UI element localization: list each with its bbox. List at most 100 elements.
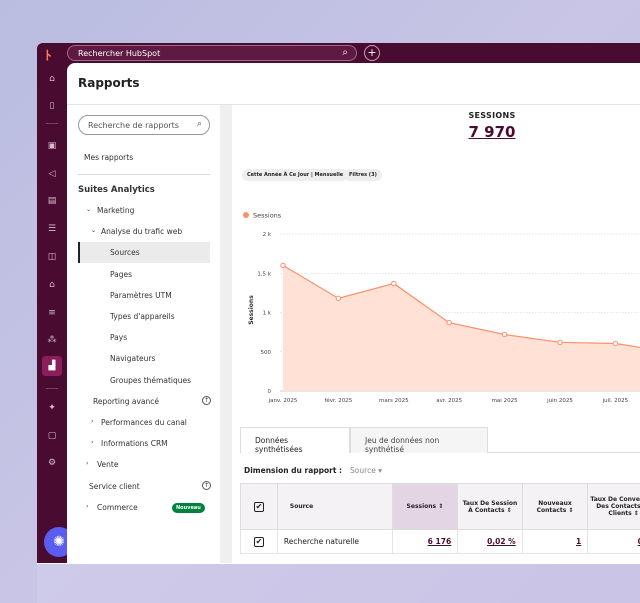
data-point — [280, 262, 286, 269]
area-fill — [283, 265, 640, 391]
top-bar: ﾄ Rechercher HubSpot ⌕ + — [37, 43, 640, 64]
sessions-chart: Sessions 0 500 1 k 1,5 k 2 k janv. 2025 févr. 2… — [243, 212, 640, 404]
col-source[interactable]: Source — [276, 483, 393, 530]
y-tick-label: 0 — [268, 389, 272, 395]
commerce-icon[interactable]: ◫ — [45, 250, 59, 264]
sidebar-item[interactable]: Reporting avancé — [93, 397, 159, 406]
data-tabs: Données synthétisées Jeu de données non … — [240, 427, 640, 454]
sidebar-item[interactable]: Marketing — [97, 206, 134, 215]
create-button[interactable]: + — [364, 45, 380, 61]
x-tick-label: avr. 2025 — [436, 398, 462, 404]
chevron-down-icon[interactable]: ⌄ — [91, 227, 96, 234]
marketing-icon[interactable]: ◁ — [45, 167, 59, 181]
data-point — [557, 339, 563, 346]
sidebar-item[interactable]: Groupes thématiques — [110, 376, 191, 385]
search-icon[interactable]: ⌕ — [342, 47, 348, 58]
x-tick-label: mars 2025 — [379, 398, 409, 404]
sidebar-item[interactable]: Types d'appareils — [110, 312, 175, 321]
dimension-select[interactable]: Source ▾ — [350, 466, 382, 475]
data-icon[interactable]: ≡ — [45, 306, 59, 320]
selected-highlight — [78, 242, 210, 263]
select-all-checkbox[interactable]: ✔ — [240, 483, 278, 530]
x-tick-label: juin 2025 — [546, 398, 573, 404]
background-panel — [37, 563, 640, 603]
sidebar-item[interactable]: Vente — [97, 460, 118, 469]
y-tick-label: 1 k — [263, 311, 272, 317]
dimension-label: Dimension du rapport : — [244, 466, 343, 475]
upgrade-icon[interactable]: ↑ — [202, 395, 211, 405]
report-search-input[interactable]: Recherche de rapports ⌕ — [78, 115, 210, 135]
sidebar-item[interactable]: Pages — [110, 270, 132, 279]
y-tick-label: 2 k — [263, 232, 272, 238]
dev-icon[interactable]: ▢ — [45, 429, 59, 443]
global-search-input[interactable]: Rechercher HubSpot ⌕ — [67, 45, 357, 61]
cell-conversion-rate[interactable]: 0 % — [587, 529, 640, 554]
data-point — [612, 340, 619, 347]
breeze-icon[interactable]: ✦ — [45, 401, 59, 415]
report-main: SESSIONS 7 970 Cette Année À Ce Jour | M… — [232, 105, 640, 563]
reports-page: Rapports Recherche de rapports ⌕ Mes rapp… — [67, 63, 640, 563]
x-tick-label: janv. 2025 — [268, 398, 298, 404]
sidebar-item[interactable]: Navigateurs — [110, 354, 155, 363]
legend-marker — [243, 212, 249, 218]
sidebar-item[interactable]: Informations CRM — [101, 439, 168, 448]
service-icon[interactable]: ⌂ — [45, 278, 59, 292]
col-session-rate[interactable]: Taux De Session À Contacts ⇕ — [457, 483, 523, 530]
x-tick-label: févr. 2025 — [324, 397, 352, 404]
x-tick-label: juil. 2025 — [602, 398, 629, 404]
cell-source: Recherche naturelle — [276, 529, 393, 554]
sidebar-item[interactable]: Pays — [110, 333, 127, 342]
contacts-icon[interactable]: ▣ — [45, 139, 59, 153]
reports-icon[interactable]: ▟ — [42, 356, 62, 376]
cell-sessions[interactable]: 6 176 — [391, 529, 459, 554]
search-placeholder: Rechercher HubSpot — [78, 49, 161, 58]
content-icon[interactable]: ▤ — [45, 194, 59, 208]
data-point — [446, 320, 452, 326]
hubspot-logo-icon[interactable]: ﾄ — [45, 45, 52, 64]
bookmark-icon[interactable]: ▯ — [45, 99, 59, 113]
data-point — [501, 331, 508, 338]
home-icon[interactable]: ⌂ — [45, 72, 59, 86]
row-checkbox[interactable]: ✔ — [240, 529, 278, 554]
page-title: Rapports — [67, 63, 640, 105]
sidebar-item[interactable]: Performances du canal — [101, 418, 187, 427]
sidebar-item[interactable]: Paramètres UTM — [110, 291, 172, 300]
section-heading: Suites Analytics — [78, 185, 155, 195]
cell-session-rate[interactable]: 0,02 % — [457, 529, 523, 554]
chevron-right-icon[interactable]: › — [91, 439, 93, 446]
app-window: ﾄ Rechercher HubSpot ⌕ + ⌂ ▯ ▣ ◁ ▤ ☰ ◫ ⌂ … — [37, 43, 640, 563]
tab-summarized[interactable]: Données synthétisées — [240, 427, 350, 454]
cell-new-contacts[interactable]: 1 — [521, 529, 589, 554]
y-tick-label: 1,5 k — [257, 271, 271, 277]
chevron-down-icon[interactable]: ⌄ — [86, 206, 91, 213]
data-point — [335, 295, 342, 302]
table-row: ✔ Recherche naturelle 6 176 0,02 % 1 0 % — [240, 529, 640, 554]
my-reports-link[interactable]: Mes rapports — [84, 153, 133, 162]
tab-unsummarized[interactable]: Jeu de données non synthétisé — [350, 427, 488, 454]
chevron-right-icon[interactable]: › — [86, 460, 88, 467]
sidebar-item[interactable]: Analyse du trafic web — [101, 227, 182, 236]
search-icon[interactable]: ⌕ — [197, 119, 202, 129]
data-point — [391, 280, 397, 287]
col-sessions[interactable]: Sessions ⇕ — [391, 483, 459, 530]
col-new-contacts[interactable]: Nouveaux Contacts ⇕ — [521, 483, 589, 530]
nav-rail: ⌂ ▯ ▣ ◁ ▤ ☰ ◫ ⌂ ≡ ⁂ ▟ ✦ ▢ ⚙ — [37, 63, 67, 563]
automation-icon[interactable]: ⁂ — [45, 333, 59, 347]
data-table: ✔ Source Sessions ⇕ Taux De Session À Co… — [240, 483, 640, 554]
sidebar-item[interactable]: Service client — [89, 482, 140, 491]
sidebar-item[interactable]: Sources — [110, 248, 140, 257]
upgrade-icon[interactable]: ↑ — [202, 480, 211, 490]
x-tick-label: mai 2025 — [492, 398, 519, 404]
y-tick-label: 500 — [261, 350, 272, 356]
legend-label: Sessions — [253, 212, 282, 220]
report-dimension: Dimension du rapport : Source ▾ — [244, 466, 382, 475]
search-placeholder: Recherche de rapports — [88, 121, 179, 130]
sidebar-item[interactable]: Commerce — [97, 503, 138, 512]
reports-sidebar: Recherche de rapports ⌕ Mes rapports Suit… — [67, 105, 220, 563]
new-badge: Nouveau — [172, 502, 205, 513]
sales-icon[interactable]: ☰ — [45, 222, 59, 236]
chevron-right-icon[interactable]: › — [91, 418, 93, 425]
chevron-right-icon[interactable]: › — [86, 503, 88, 510]
settings-icon[interactable]: ⚙ — [45, 456, 59, 470]
col-conversion-rate[interactable]: Taux De Conversion Des Contacts En Clien… — [587, 483, 640, 530]
